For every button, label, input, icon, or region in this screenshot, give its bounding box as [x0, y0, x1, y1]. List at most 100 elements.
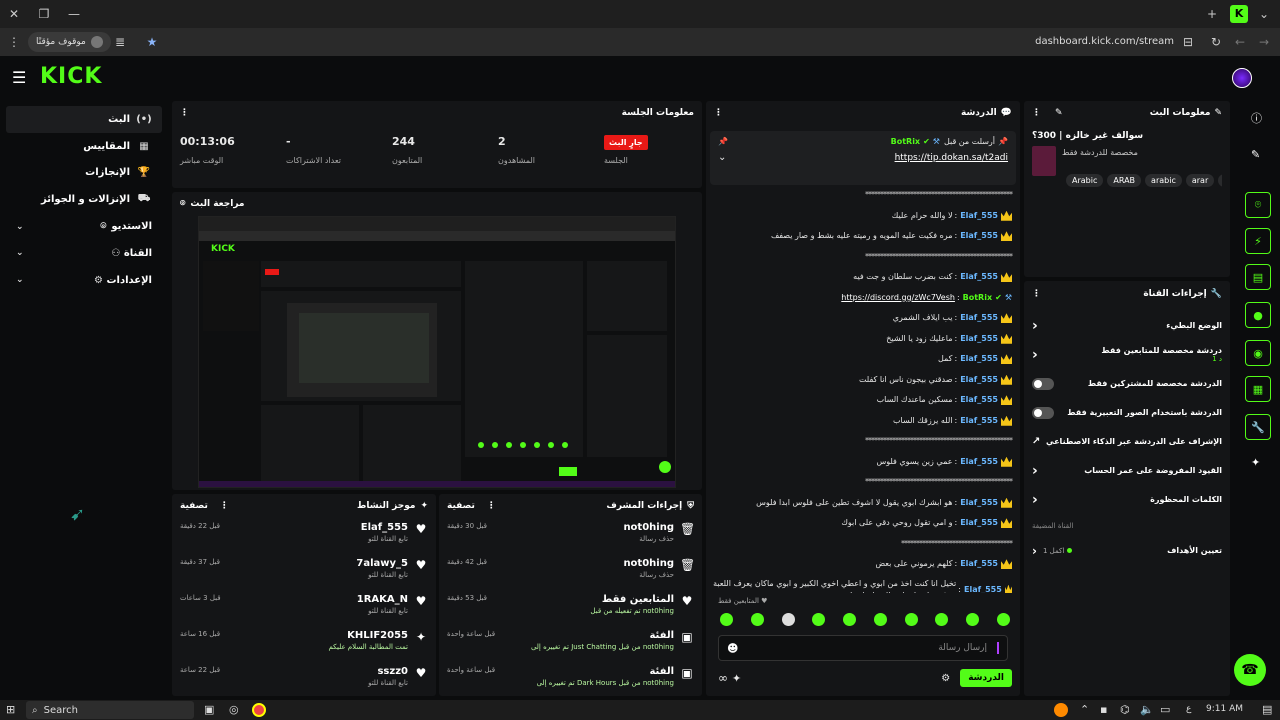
chat-username[interactable]: Elaf_555 [960, 352, 998, 366]
weather-icon[interactable] [1054, 703, 1068, 717]
event-row[interactable]: قبل 22 ساعة sszz0 تابع القناة للتو ♥ [172, 662, 436, 698]
paused-profile-chip[interactable]: موقوف مؤقتًا [28, 32, 111, 52]
chat-message[interactable]: مسكين ماعندك الساب: Elaf_555 [706, 390, 1020, 411]
channel-action-row[interactable]: › الوضع البطيء [1024, 311, 1230, 340]
more-options-icon[interactable]: ⋮ [220, 501, 229, 511]
stream-tag[interactable]: Arabic [1066, 174, 1104, 187]
url-field[interactable]: dashboard.kick.com/stream [1000, 36, 1174, 47]
mod-panel-icon[interactable]: ▦ [1245, 376, 1271, 402]
channel-action-row[interactable]: الدردشة مخصصة للمشتركين فقط [1024, 369, 1230, 398]
emote-icon[interactable] [904, 613, 918, 626]
more-options-icon[interactable]: ⋮ [1032, 289, 1041, 299]
emote-icon[interactable] [935, 613, 949, 626]
minimize-window-button[interactable]: — [62, 2, 86, 26]
chevron-right-icon[interactable]: › [1032, 492, 1038, 508]
emote-icon[interactable] [812, 613, 826, 626]
pinned-link[interactable]: https://tip.dokan.sa/t2adi [895, 153, 1008, 163]
event-row[interactable]: قبل 30 دقيقة not0hing حذف رسالة 🗑 [439, 518, 702, 554]
chat-username[interactable]: Elaf_555 [960, 455, 998, 469]
chevron-right-icon[interactable]: › [1032, 463, 1038, 479]
battery-icon[interactable]: ▭ [1160, 703, 1170, 716]
sidebar-item[interactable]: ⌄ ⌾ الاستديو [6, 213, 162, 240]
more-options-icon[interactable]: ⋮ [1032, 108, 1041, 118]
tray-chevron-icon[interactable]: ⌃ [1080, 703, 1089, 716]
info-icon[interactable]: ⓘ [1251, 110, 1262, 126]
sidebar-item[interactable]: ⌄ ⚙ الإعدادات [6, 267, 162, 294]
event-row[interactable]: قبل 16 ساعة KHLIF2055 تمت المطالبة السلام … [172, 626, 436, 662]
new-tab-button[interactable]: + [1200, 2, 1224, 26]
points-rail-icon[interactable]: ✦ [1251, 456, 1260, 469]
volume-icon[interactable]: 🔈 [1140, 703, 1154, 716]
chat-username[interactable]: Elaf_555 [960, 496, 998, 510]
event-row[interactable]: قبل 42 دقيقة not0hing حذف رسالة 🗑 [439, 554, 702, 590]
chat-username[interactable]: Elaf_555 [960, 270, 998, 284]
points-icon[interactable]: ✦ [732, 672, 741, 685]
edit-icon[interactable]: ✎ [1251, 148, 1260, 161]
event-row[interactable]: قبل ساعة واحدة الفئة تم تغييره إلى Dark Ho… [439, 662, 702, 698]
sidebar-item[interactable]: البث (•) [6, 106, 162, 133]
kick-tab-icon[interactable]: K [1230, 5, 1248, 23]
more-options-icon[interactable]: ⋮ [487, 501, 496, 511]
filter-button[interactable]: تصفية [180, 501, 208, 511]
emote-icon[interactable] [996, 613, 1010, 626]
chat-message[interactable]: كمل: Elaf_555 [706, 349, 1020, 370]
chat-toggle-icon[interactable]: ● [1245, 302, 1271, 328]
chat-username[interactable]: Elaf_555 [960, 393, 998, 407]
tools-icon[interactable]: 🔧 [1245, 414, 1271, 440]
toggle-switch[interactable] [1032, 377, 1054, 390]
edit-pencil-icon[interactable]: ✎ [1055, 108, 1063, 118]
network-icon[interactable]: ⌬ [1120, 703, 1130, 716]
document-icon[interactable]: ▤ [1245, 264, 1271, 290]
emote-icon[interactable] [873, 613, 887, 626]
channel-action-row[interactable]: › الكلمات المحظورة [1024, 485, 1230, 514]
emote-icon[interactable] [843, 613, 857, 626]
forward-arrow-icon[interactable]: → [1252, 30, 1276, 54]
stream-tag[interactable]: fu [1218, 174, 1222, 187]
chat-username[interactable]: Elaf_555 [960, 414, 998, 428]
windows-start-icon[interactable]: ⊞ [6, 703, 15, 716]
site-settings-icon[interactable]: ⊟ [1176, 30, 1200, 54]
chat-message[interactable]: لا والله حرام عليك: Elaf_555 [706, 206, 1020, 227]
bookmark-star-icon[interactable]: ★ [140, 30, 164, 54]
chat-message[interactable]: https://discord.gg/zWc7Vesh: BotRix ✔ ⚒ [706, 288, 1020, 309]
reload-icon[interactable]: ↻ [1204, 30, 1228, 54]
sidebar-item[interactable]: المقاييس ▦ [6, 133, 162, 160]
sidebar-item[interactable]: الإنجازات 🏆 [6, 160, 162, 187]
stream-tag[interactable]: ARAB [1107, 174, 1142, 187]
menu-dots-icon[interactable]: ⋮ [2, 30, 26, 54]
channel-action-row[interactable]: › دردشة مخصصة للمتابعين فقط 1 د [1024, 340, 1230, 369]
stream-preview-video[interactable]: KICK [198, 216, 676, 488]
chat-username[interactable]: Elaf_555 [960, 229, 998, 243]
notifications-icon[interactable]: ▤ [1262, 703, 1272, 716]
event-row[interactable]: قبل 22 دقيقة Elaf_555 تابع القناة للتو ♥ [172, 518, 436, 554]
taskbar-search[interactable]: ⌕ Search [26, 701, 194, 719]
preview-toggle-icon[interactable]: ⌾ [1245, 192, 1271, 218]
channel-action-row[interactable]: › القيود المفروضة على عمر الحساب [1024, 456, 1230, 485]
set-goals-row[interactable]: › اكمل 1 تعيين الأهداف [1024, 536, 1230, 565]
chat-username[interactable]: Elaf_555 [964, 584, 1002, 594]
chat-username[interactable]: BotRix [963, 291, 992, 305]
back-arrow-icon[interactable]: ← [1228, 30, 1252, 54]
chat-message[interactable]: هو ابشرك ابوي يقول لا اشوف تطين على فلوس… [706, 493, 1020, 514]
chat-message[interactable]: مره فكيت عليه المويه و رميته عليه بشط و … [706, 226, 1020, 247]
event-row[interactable]: قبل ساعة واحدة الفئة تم تغييره إلى Just Ch… [439, 626, 702, 662]
language-indicator[interactable]: ع [1186, 704, 1191, 714]
send-chat-button[interactable]: الدردشة [960, 669, 1012, 687]
chat-username[interactable]: Elaf_555 [960, 332, 998, 346]
emote-icon[interactable] [720, 613, 733, 626]
collapse-chevron-icon[interactable]: ⌄ [718, 152, 726, 163]
chat-username[interactable]: Elaf_555 [960, 516, 998, 530]
stream-tag[interactable]: arabic [1145, 174, 1182, 187]
chat-message[interactable]: كنت بضرب سلطان و جت فيه: Elaf_555 [706, 267, 1020, 288]
restore-window-button[interactable]: ❐ [32, 2, 56, 26]
hamburger-menu-icon[interactable]: ☰ [12, 68, 26, 87]
chat-message[interactable]: ماعليك زود يا الشيخ: Elaf_555 [706, 329, 1020, 350]
filter-button[interactable]: تصفية [447, 501, 475, 511]
chat-message[interactable]: كلهم يرموني على بعض: Elaf_555 [706, 554, 1020, 575]
more-options-icon[interactable]: ⋮ [714, 108, 723, 118]
clock[interactable]: 9:11 AM [1206, 704, 1243, 714]
chat-message[interactable]: تخيل انا كنت اخذ من ابوي و اعطي اخوي الك… [706, 575, 1020, 594]
chat-input[interactable]: ☻ إرسال رسالة [718, 635, 1008, 661]
help-support-button[interactable]: ☎ [1234, 654, 1266, 686]
pinned-user[interactable]: BotRix [891, 137, 920, 146]
